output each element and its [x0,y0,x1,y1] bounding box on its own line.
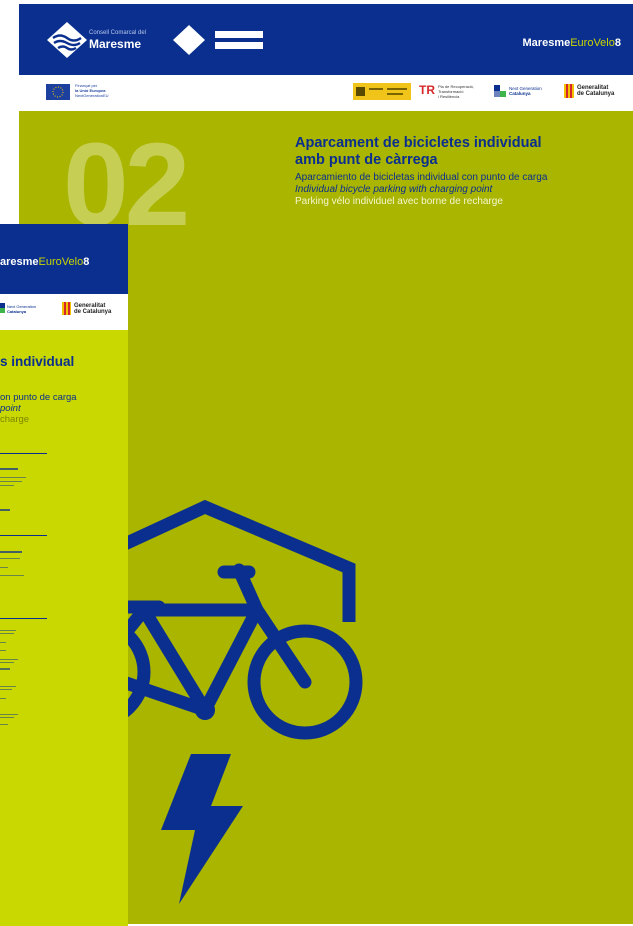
sheet-title: Aparcament de bicicletes individual amb … [295,135,542,169]
divider-2 [0,535,47,536]
title-en: Individual bicycle parking with charging… [295,184,493,195]
front-es-fragment: on punto de carga [0,392,77,403]
front-fr-fragment: charge [0,414,30,425]
front-header-bar: aresmeEuroVelo8 [0,224,128,294]
back-header-bar: Consell Comarcal del Maresme MaresmeEuro… [19,4,633,75]
plan-logo-mark: TR [419,83,435,97]
title-line1: Aparcament de bicicletes individual [295,135,542,151]
title-line2: amb punt de càrrega [295,152,438,168]
front-gencat-line2: de Catalunya [74,309,112,315]
plan-text: Pla de Recuperació, Transformació i Resi… [438,84,474,99]
front-title-fragment: s individual [0,354,75,369]
front-en-fragment: point [0,403,21,414]
front-brand-part3: 8 [83,256,90,268]
brand-wordmark: MaresmeEuroVelo8 [523,37,621,49]
ministry-logo [353,83,411,100]
title-fr: Parking vélo individuel avec borne de re… [295,196,503,207]
front-ng-line2: Catalunya [7,309,27,314]
plan-line3: i Resiliència [438,94,460,99]
back-funding-strip: Finançat per la Unió Europea NextGenerat… [19,75,633,111]
front-poster: aresmeEuroVelo8 Next Generation Cataluny… [0,224,128,926]
front-gencat-text: Generalitat de Catalunya [74,303,111,315]
ng-line2: Catalunya [509,91,531,96]
front-brand-wordmark: aresmeEuroVelo8 [0,256,89,268]
front-brand-part2: EuroVelo [38,256,84,268]
council-line1: Consell Comarcal del [89,30,147,36]
title-es: Aparcamiento de bicicletas individual co… [295,172,548,183]
brand-part2: EuroVelo [570,37,615,49]
diamond-bars-icon [173,25,263,55]
brand-part1: Maresme [522,37,571,49]
front-funding-strip: Next Generation Catalunya Generalitat de… [0,294,128,330]
front-gencat-logo-mark [62,302,71,315]
eu-flag-icon [46,84,70,100]
divider-3 [0,618,47,619]
eu-text: Finançat per la Unió Europea NextGenerat… [75,83,109,98]
gencat-logo-mark [564,84,574,98]
lightning-bolt-icon [161,754,243,904]
divider-1 [0,453,47,454]
brand-part3: 8 [614,37,621,49]
ng-text: Next Generation Catalunya [509,86,542,96]
front-ng-text: Next Generation Catalunya [7,304,36,314]
gencat-line2: de Catalunya [577,91,615,97]
eu-line3: NextGenerationEU [75,93,109,98]
front-brand-part1: aresme [0,256,39,268]
wave-logo-icon [47,22,87,58]
gencat-text: Generalitat de Catalunya [577,85,614,97]
council-name: Maresme [89,37,142,51]
